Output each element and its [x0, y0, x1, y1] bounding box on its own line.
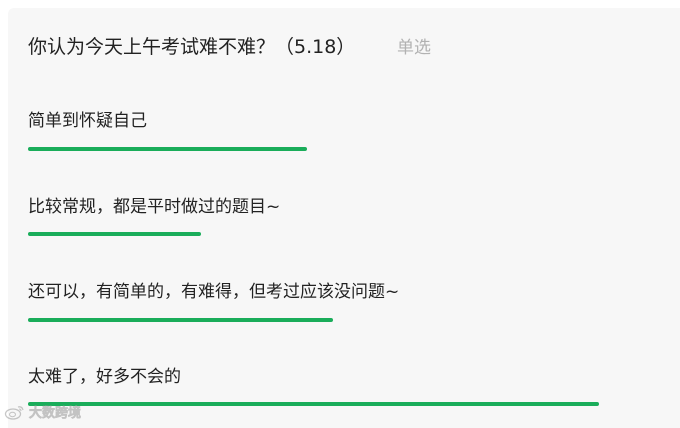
poll-option-label: 太难了，好多不会的: [28, 367, 181, 387]
poll-option-result-bar: [28, 318, 333, 322]
watermark: 大数跨境: [4, 402, 81, 421]
poll-option-result-bar: [28, 402, 599, 406]
poll-question: 你认为今天上午考试难不难？（5.18）: [28, 36, 356, 58]
poll-option-result-bar: [28, 232, 201, 236]
poll-option-label: 比较常规，都是平时做过的题目~: [28, 197, 281, 217]
poll-option-result-bar: [28, 147, 307, 151]
poll-option-label: 还可以，有简单的，有难得，但考过应该没问题~: [28, 282, 400, 302]
poll-card: 你认为今天上午考试难不难？（5.18） 单选 简单到怀疑自己 比较常规，都是平时…: [8, 8, 680, 428]
question-type-badge: 单选: [397, 38, 431, 58]
weibo-logo-icon: [4, 405, 24, 420]
watermark-text: 大数跨境: [29, 406, 82, 422]
poll-option-label: 简单到怀疑自己: [28, 111, 147, 131]
